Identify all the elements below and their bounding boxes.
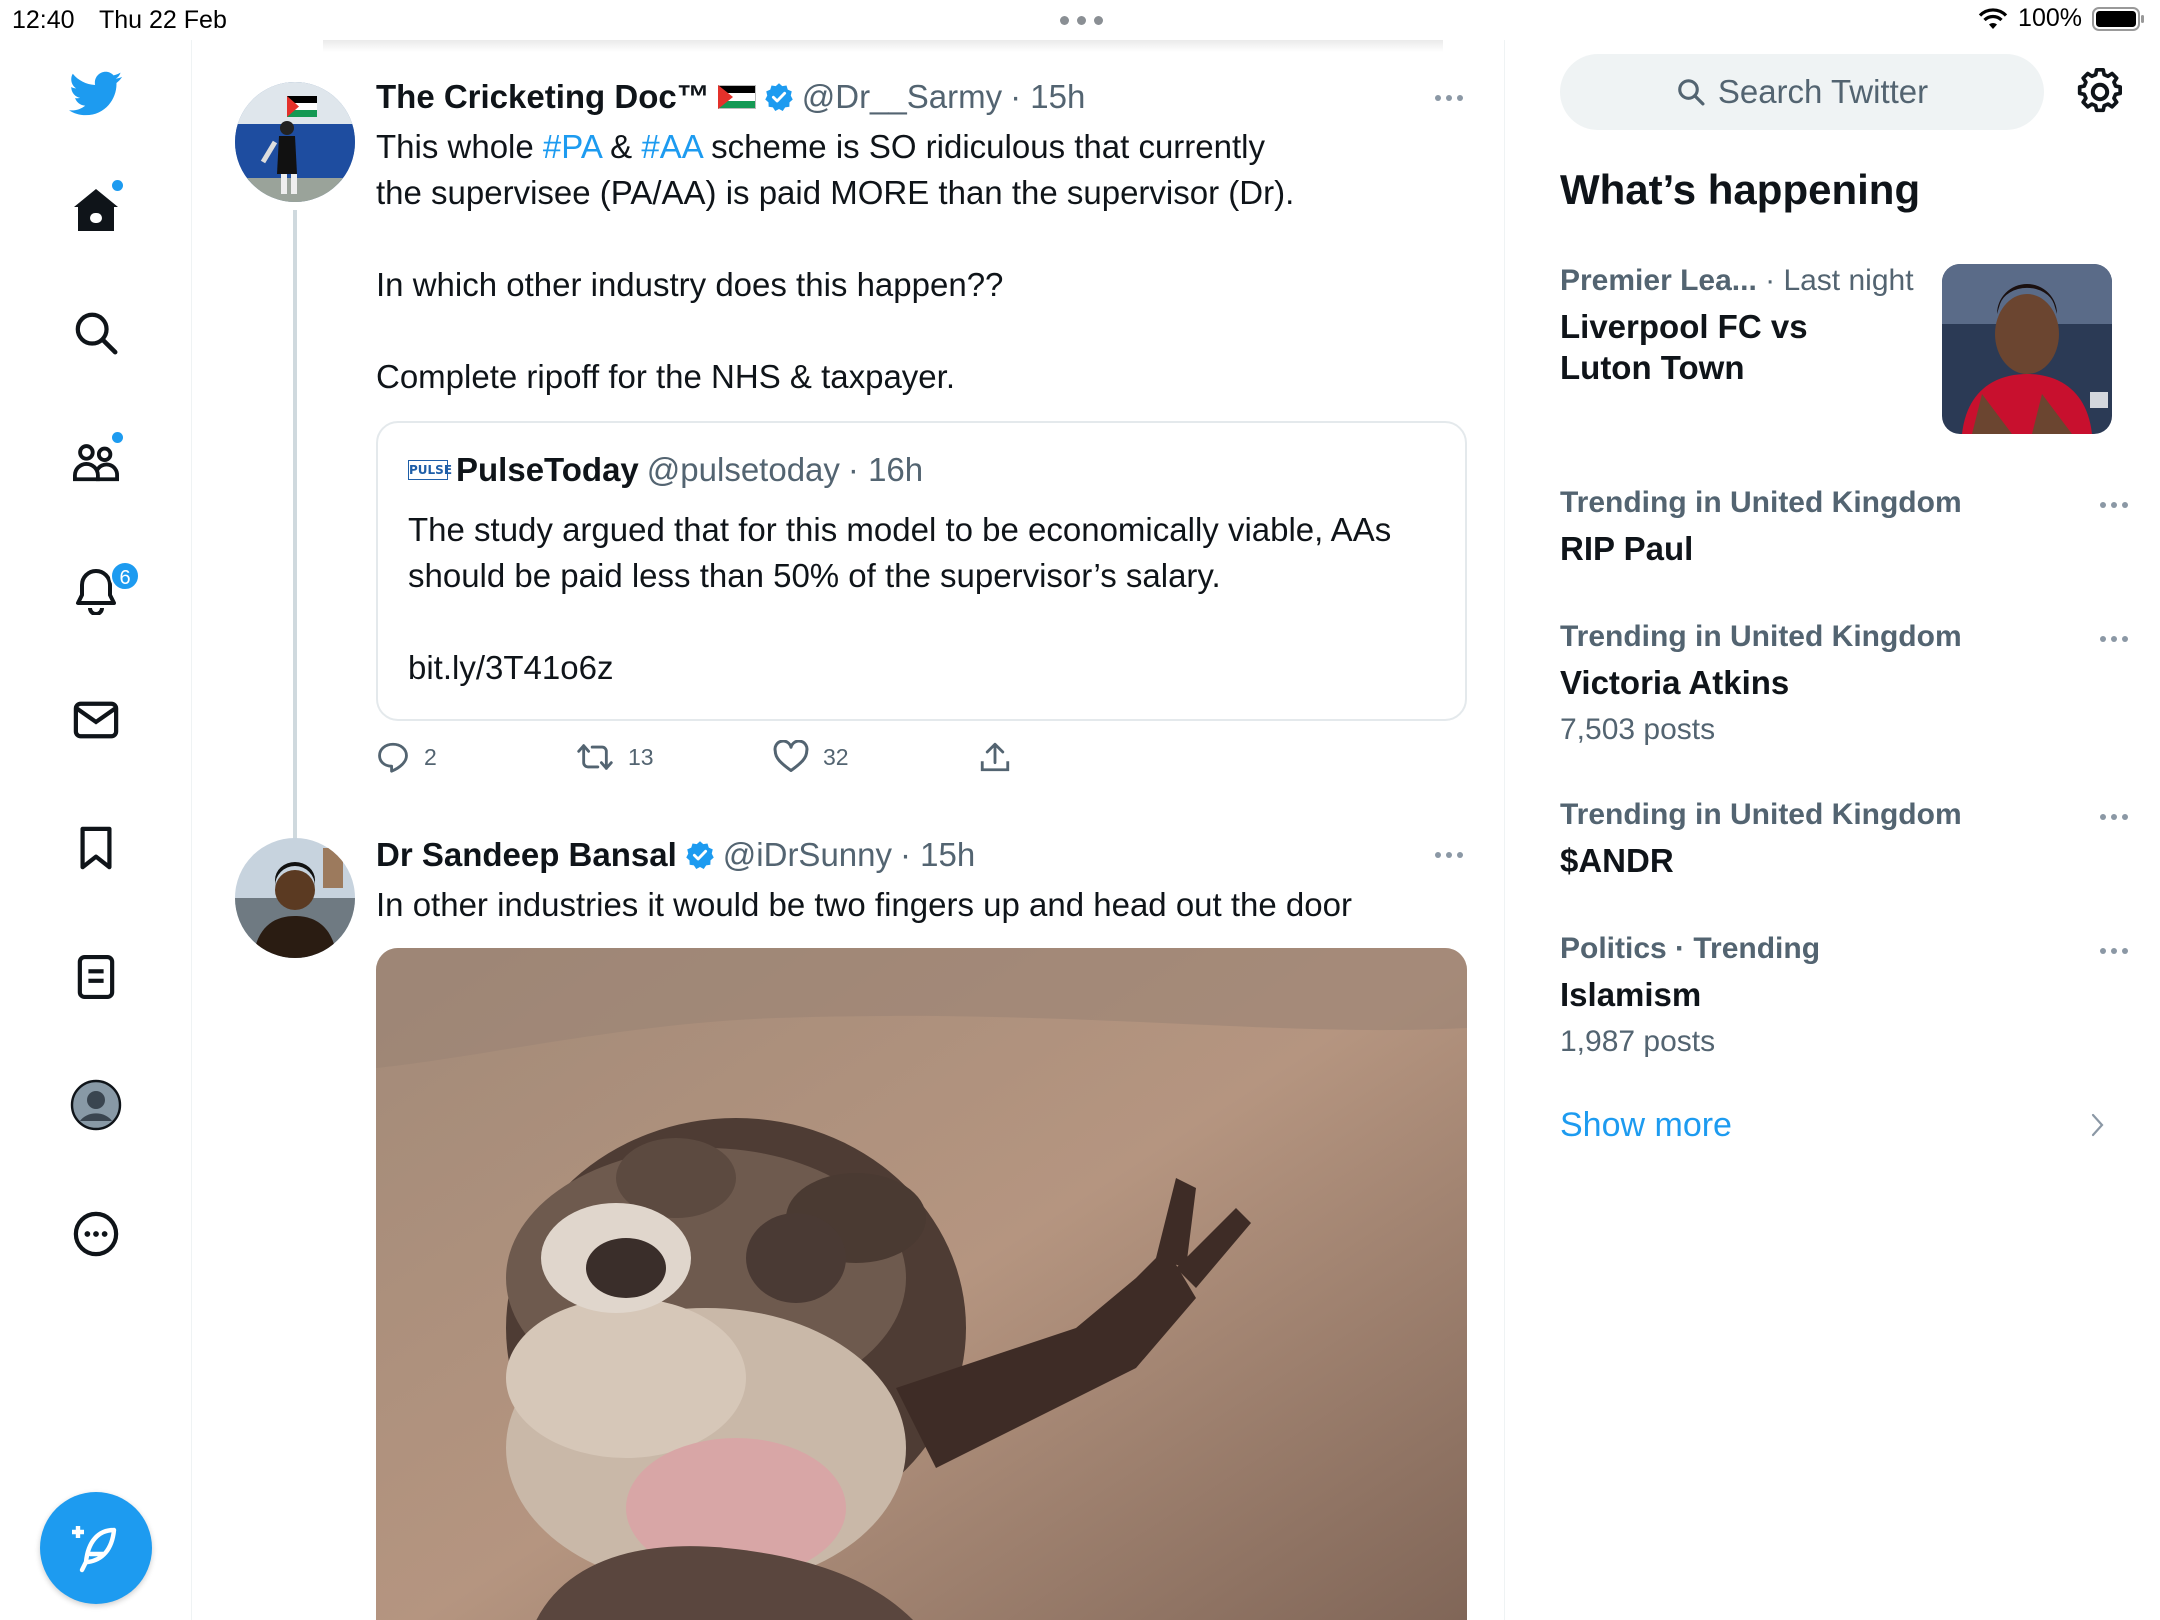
tweet-header: Dr Sandeep Bansal @iDrSunny · 15h (376, 836, 975, 874)
trend-more-icon[interactable] (2100, 948, 2128, 954)
verified-badge-icon (764, 83, 793, 111)
tweet-body-para3: Complete ripoff for the NHS & taxpayer. (376, 358, 955, 395)
quoted-tweet[interactable]: PULSE PulseToday @pulsetoday · 16h The s… (376, 421, 1467, 721)
trend-item[interactable]: Trending in United Kingdom $ANDR (1560, 798, 2120, 881)
trend-title: $ANDR (1560, 842, 1674, 879)
search-icon[interactable] (62, 299, 130, 367)
retweet-icon (577, 744, 613, 770)
trend-post-count: 7,503 posts (1560, 713, 1716, 746)
tweet-body-line2: the supervisee (PA/AA) is paid MORE than… (376, 174, 1295, 211)
reply-icon (378, 742, 408, 773)
battery-icon (2092, 6, 2144, 31)
tweet-body-para2: In which other industry does this happen… (376, 266, 1004, 303)
trend-more-icon[interactable] (2100, 502, 2128, 508)
trend-title: Liverpool FC vs Luton Town (1560, 308, 1808, 386)
trend-thumbnail[interactable] (1942, 264, 2112, 434)
search-field[interactable]: Search Twitter (1560, 54, 2044, 130)
tweet-time[interactable]: · 15h (1010, 78, 1085, 116)
tweet-time[interactable]: · 15h (900, 836, 975, 874)
quoted-tweet-header: PULSE PulseToday @pulsetoday · 16h (408, 451, 923, 489)
like-count: 32 (823, 743, 849, 770)
trend-context: Premier Lea... (1560, 264, 1757, 297)
trend-context-time: · Last night (1756, 264, 1914, 297)
trend-context: Politics · Trending (1560, 932, 1821, 965)
more-icon[interactable] (62, 1200, 130, 1268)
trend-more-icon[interactable] (2100, 814, 2128, 820)
status-bar: 12:40 Thu 22 Feb 100% (0, 0, 2160, 40)
quoted-author-name: PulseToday (456, 451, 639, 488)
thread-connector (293, 210, 297, 870)
compose-tweet-button[interactable] (40, 1492, 152, 1604)
tweet-media-gif[interactable] (376, 948, 1467, 1620)
reply-count: 2 (424, 743, 437, 770)
multitasking-handle[interactable] (1060, 16, 1103, 25)
like-button[interactable]: 32 (773, 740, 849, 774)
wifi-icon (1978, 7, 2008, 29)
tweet-header: The Cricketing Doc™ @Dr__Sarmy · 15h (376, 78, 1085, 116)
trend-title: Victoria Atkins (1560, 664, 1790, 701)
chevron-right-icon[interactable] (2090, 1112, 2106, 1138)
bookmarks-icon[interactable] (62, 814, 130, 882)
status-date: Thu 22 Feb (99, 6, 227, 34)
retweet-button[interactable]: 13 (576, 740, 654, 774)
verified-badge-icon (686, 841, 714, 869)
pulse-logo: PULSE (408, 460, 452, 480)
trend-item[interactable]: Politics · Trending Islamism 1,987 posts (1560, 932, 2120, 1059)
battery-percent: 100% (2018, 4, 2082, 32)
whats-happening-title: What’s happening (1560, 166, 1921, 213)
trend-item[interactable]: Trending in United Kingdom RIP Paul (1560, 486, 2120, 569)
quoted-tweet-link[interactable]: bit.ly/3T41o6z (408, 645, 613, 691)
right-sidebar: Search Twitter What’s happening Premier … (1506, 40, 2160, 1620)
author-name[interactable]: Dr Sandeep Bansal (376, 836, 677, 874)
tweet-more-icon[interactable] (1435, 95, 1463, 101)
trend-context: Trending in United Kingdom (1560, 620, 1962, 653)
left-navigation: 6 (0, 40, 192, 1620)
trend-title: Islamism (1560, 976, 1702, 1013)
status-indicators: 100% (1978, 4, 2146, 33)
author-handle[interactable]: @Dr__Sarmy (802, 78, 1002, 116)
tweet-body: This whole #PA & #AA scheme is SO ridicu… (376, 128, 1265, 165)
settings-gear-icon[interactable] (2076, 68, 2124, 116)
quoted-tweet-body: The study argued that for this model to … (408, 511, 1392, 594)
messages-icon[interactable] (62, 686, 130, 754)
palestine-flag-icon (717, 85, 756, 109)
trend-item[interactable]: Premier Lea... · Last night Liverpool FC… (1560, 264, 1940, 388)
hashtag-pa[interactable]: #PA (543, 128, 601, 165)
trend-post-count: 1,987 posts (1560, 1025, 1716, 1058)
search-icon (1678, 79, 1705, 106)
tweet-body: In other industries it would be two fing… (376, 886, 1352, 923)
compose-feather-icon (72, 1526, 117, 1573)
quoted-author-handle: @pulsetoday (646, 451, 840, 488)
status-time: 12:40 (12, 6, 75, 34)
author-name[interactable]: The Cricketing Doc™ (376, 78, 710, 116)
trend-more-icon[interactable] (2100, 636, 2128, 642)
tweet-more-icon[interactable] (1435, 852, 1463, 858)
notifications-badge: 6 (110, 561, 140, 591)
reply-button[interactable]: 2 (376, 740, 437, 774)
show-more-link[interactable]: Show more (1560, 1106, 1732, 1145)
twitter-logo-icon[interactable] (62, 60, 130, 128)
share-icon (980, 742, 1010, 772)
tweet-actions: 2 13 32 (376, 740, 1076, 780)
notifications-icon[interactable]: 6 (62, 557, 140, 625)
retweet-count: 13 (628, 743, 654, 770)
avatar-cricketing-doc[interactable] (235, 82, 355, 202)
heart-icon (773, 740, 809, 772)
trend-context: Trending in United Kingdom (1560, 798, 1962, 831)
communities-icon[interactable] (62, 428, 130, 496)
quoted-tweet-time: · 16h (847, 451, 924, 488)
trend-title: RIP Paul (1560, 530, 1694, 567)
lists-icon[interactable] (62, 943, 130, 1011)
hashtag-aa[interactable]: #AA (641, 128, 702, 165)
trend-item[interactable]: Trending in United Kingdom Victoria Atki… (1560, 620, 2120, 747)
search-placeholder: Search Twitter (1717, 73, 1929, 110)
author-handle[interactable]: @iDrSunny (723, 836, 892, 874)
trend-context: Trending in United Kingdom (1560, 486, 1962, 519)
avatar-sandeep-bansal[interactable] (235, 838, 355, 958)
profile-icon[interactable] (62, 1071, 130, 1139)
timeline: The Cricketing Doc™ @Dr__Sarmy · 15h Thi… (193, 40, 1505, 1620)
share-button[interactable] (978, 740, 1012, 774)
home-icon[interactable] (62, 176, 130, 244)
